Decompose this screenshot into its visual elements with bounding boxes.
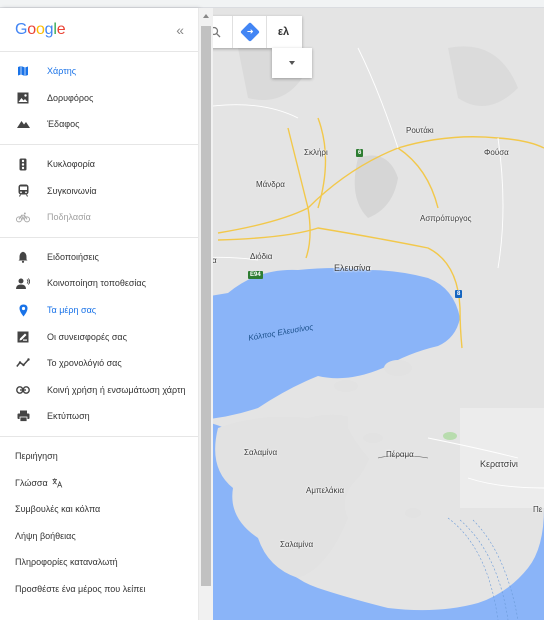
map-place-label[interactable]: Σαλαμίνα: [280, 540, 313, 549]
map-place-label[interactable]: Διόδια: [250, 252, 272, 261]
footer-links-section: Περιήγηση Γλώσσα Συμβουλές και κόλπα Λήψ…: [0, 437, 198, 609]
google-logo: Google: [15, 20, 66, 38]
traffic-icon: [16, 157, 30, 171]
map-icon: [16, 64, 30, 78]
footer-link-label: Γλώσσα: [15, 477, 48, 488]
menu-item-label: Ποδηλασία: [47, 212, 91, 223]
caret-down-icon: [289, 61, 295, 65]
collapse-menu-button[interactable]: «: [176, 22, 184, 38]
directions-icon: ➜: [239, 22, 260, 42]
map-place-label[interactable]: Πε: [533, 505, 542, 514]
layers-section: Κυκλοφορία Συγκοινωνία Ποδηλασία: [0, 145, 198, 238]
satellite-icon: [16, 91, 30, 105]
menu-item-label: Οι συνεισφορές σας: [47, 331, 127, 342]
road-shield: 8: [455, 290, 463, 298]
side-menu: Google « Χάρτης Δορυφόρος Έδαφος Κυκλοφο…: [0, 8, 198, 620]
menu-item-your-places[interactable]: Τα μέρη σας: [0, 297, 198, 324]
footer-link-label: Προσθέστε ένα μέρος που λείπει: [15, 583, 146, 594]
menu-item-label: Έδαφος: [47, 119, 80, 130]
map-place-label[interactable]: Φούσα: [484, 148, 509, 157]
map-search-controls: ➜ ελ: [198, 16, 302, 48]
menu-item-label: Τα μέρη σας: [47, 305, 97, 316]
link-consumer-info[interactable]: Πληροφορίες καταναλωτή: [0, 549, 198, 576]
map-types-section: Χάρτης Δορυφόρος Έδαφος: [0, 52, 198, 145]
menu-item-satellite[interactable]: Δορυφόρος: [0, 85, 198, 112]
menu-item-label: Κοινή χρήση ή ενσωμάτωση χάρτη: [47, 384, 186, 395]
map-place-label[interactable]: Πέραμα: [386, 450, 414, 459]
pin-icon: [16, 303, 30, 317]
print-icon: [16, 409, 30, 423]
menu-item-notifications[interactable]: Ειδοποιήσεις: [0, 244, 198, 271]
scrollbar-thumb[interactable]: [201, 26, 211, 586]
link-tips[interactable]: Συμβουλές και κόλπα: [0, 496, 198, 523]
language-button[interactable]: ελ: [266, 16, 300, 48]
menu-item-bicycling[interactable]: Ποδηλασία: [0, 204, 198, 231]
link-icon: [16, 383, 30, 397]
language-dropdown-button[interactable]: [272, 48, 312, 78]
map-place-label[interactable]: Κερατσίνι: [480, 459, 518, 469]
map-place-label[interactable]: Αμπελάκια: [306, 486, 344, 495]
menu-item-label: Εκτύπωση: [47, 411, 90, 422]
contributions-icon: [16, 330, 30, 344]
bicycle-icon: [16, 210, 30, 224]
menu-item-label: Δορυφόρος: [47, 92, 94, 103]
map-place-label[interactable]: Σκλήρι: [304, 148, 328, 157]
sidebar-scrollbar[interactable]: [198, 8, 213, 620]
scroll-up-arrow-icon[interactable]: [203, 14, 209, 18]
terrain-icon: [16, 117, 30, 131]
map-drawing: [198, 8, 544, 620]
road-shield: 6: [356, 149, 364, 157]
map-canvas[interactable]: Ρουτάκι Σκλήρι Φούσα Μάνδρα Ασπρόπυργος …: [198, 8, 544, 620]
footer-link-label: Περιήγηση: [15, 451, 58, 462]
location-share-icon: [16, 276, 30, 290]
menu-item-label: Χάρτης: [47, 66, 77, 77]
menu-item-share-embed[interactable]: Κοινή χρήση ή ενσωμάτωση χάρτη: [0, 377, 198, 404]
menu-item-map[interactable]: Χάρτης: [0, 58, 198, 85]
personal-section: Ειδοποιήσεις Κοινοποίηση τοποθεσίας Τα μ…: [0, 238, 198, 437]
menu-item-label: Ειδοποιήσεις: [47, 251, 99, 262]
google-maps-window: Ρουτάκι Σκλήρι Φούσα Μάνδρα Ασπρόπυργος …: [0, 0, 544, 620]
bell-icon: [16, 250, 30, 264]
menu-item-label: Το χρονολόγιό σας: [47, 358, 122, 369]
menu-item-print[interactable]: Εκτύπωση: [0, 403, 198, 430]
link-tour[interactable]: Περιήγηση: [0, 443, 198, 470]
road-shield: E94: [248, 271, 263, 279]
side-menu-header: Google «: [0, 8, 198, 52]
map-place-label[interactable]: Ελευσίνα: [334, 263, 371, 273]
menu-item-traffic[interactable]: Κυκλοφορία: [0, 151, 198, 178]
footer-link-label: Συμβουλές και κόλπα: [15, 504, 101, 515]
menu-item-timeline[interactable]: Το χρονολόγιό σας: [0, 350, 198, 377]
footer-link-label: Λήψη βοήθειας: [15, 530, 76, 541]
menu-item-contributions[interactable]: Οι συνεισφορές σας: [0, 323, 198, 350]
footer-link-label: Πληροφορίες καταναλωτή: [15, 557, 118, 568]
menu-item-label: Κοινοποίηση τοποθεσίας: [47, 278, 146, 289]
link-language[interactable]: Γλώσσα: [0, 469, 198, 496]
menu-item-label: Κυκλοφορία: [47, 159, 95, 170]
browser-bookmark-strip: [0, 0, 544, 8]
link-help[interactable]: Λήψη βοήθειας: [0, 523, 198, 550]
map-place-label[interactable]: Μάνδρα: [256, 180, 285, 189]
map-place-label[interactable]: Σαλαμίνα: [244, 448, 277, 457]
link-add-missing-place[interactable]: Προσθέστε ένα μέρος που λείπει: [0, 576, 198, 603]
menu-item-terrain[interactable]: Έδαφος: [0, 111, 198, 138]
menu-item-transit[interactable]: Συγκοινωνία: [0, 177, 198, 204]
directions-button[interactable]: ➜: [232, 16, 266, 48]
menu-item-label: Συγκοινωνία: [47, 185, 97, 196]
menu-item-location-sharing[interactable]: Κοινοποίηση τοποθεσίας: [0, 270, 198, 297]
map-place-label[interactable]: Ασπρόπυργος: [420, 214, 471, 223]
translate-icon: [52, 477, 63, 488]
transit-icon: [16, 184, 30, 198]
map-place-label[interactable]: Ρουτάκι: [406, 126, 434, 135]
timeline-icon: [16, 356, 30, 370]
